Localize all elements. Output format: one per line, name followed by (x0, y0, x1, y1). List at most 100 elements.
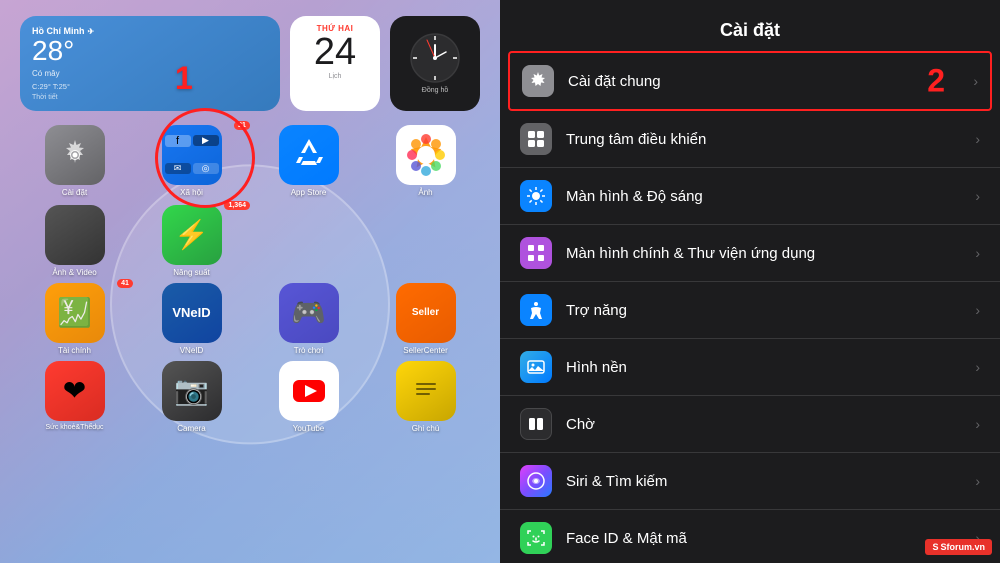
app-energy[interactable]: ⚡ 1,364 Năng suất (137, 205, 246, 277)
app-youtube[interactable]: YouTube (254, 361, 363, 433)
app-photo-video[interactable]: Ảnh & Video (20, 205, 129, 277)
energy-icon: ⚡ (162, 205, 222, 265)
games-label: Trò chơi (294, 346, 323, 355)
settings-icon (45, 125, 105, 185)
finance-label: Tài chính (58, 346, 91, 355)
weather-widget[interactable]: Hồ Chí Minh ✈ 28° Có mây C:29° T:25° Thờ… (20, 16, 280, 111)
games-icon: 🎮 (279, 283, 339, 343)
settings-control-label: Trung tâm điều khiển (566, 131, 975, 148)
settings-home-chevron: › (975, 245, 980, 261)
apps-grid: Cài đặt f ▶ ✉ ◎ 21 Xã hội (20, 125, 480, 197)
settings-standby-icon (520, 408, 552, 440)
settings-general-icon (522, 65, 554, 97)
app-photos[interactable]: Ảnh (371, 125, 480, 197)
settings-home-icon (520, 237, 552, 269)
calendar-widget[interactable]: THỨ HAI 24 Lịch (290, 16, 380, 111)
bottom-apps-row: 💹 41 Tài chính VNeID VNeID 🎮 Trò chơi Se… (20, 283, 480, 355)
appstore-label: App Store (291, 188, 327, 197)
settings-item-homescreen[interactable]: Màn hình chính & Thư viện ứng dụng › (500, 225, 1000, 282)
social-icon: f ▶ ✉ ◎ (162, 125, 222, 185)
settings-label: Cài đặt (62, 188, 87, 197)
weather-desc: Có mây (32, 69, 268, 78)
widgets-row: Hồ Chí Minh ✈ 28° Có mây C:29° T:25° Thờ… (20, 16, 480, 111)
app-camera[interactable]: 📷 Camera (137, 361, 246, 433)
clock-widget[interactable]: Đồng hồ (390, 16, 480, 111)
forum-text: Sforum.vn (940, 542, 985, 552)
appstore-icon (279, 125, 339, 185)
finance-badge: 41 (117, 279, 133, 288)
app-notes[interactable]: Ghi chú (371, 361, 480, 433)
settings-standby-chevron: › (975, 416, 980, 432)
forum-s: S (932, 542, 938, 552)
dock-row: ❤ Sức khoẻ&Thểdục 📷 Camera YouTube (20, 361, 480, 433)
settings-control-chevron: › (975, 131, 980, 147)
apps-grid-2: Ảnh & Video ⚡ 1,364 Năng suất (20, 205, 480, 277)
settings-item-faceid[interactable]: Face ID & Mật mã › (500, 510, 1000, 563)
social-label: Xã hội (180, 188, 203, 197)
camera-icon: 📷 (162, 361, 222, 421)
health-label: Sức khoẻ&Thểdục (46, 424, 104, 431)
settings-item-general[interactable]: Cài đặt chung 2 › (508, 51, 992, 111)
forum-badge: S Sforum.vn (925, 539, 992, 555)
app-vneid[interactable]: VNeID VNeID (137, 283, 246, 355)
app-settings[interactable]: Cài đặt (20, 125, 129, 197)
settings-item-standby[interactable]: Chờ › (500, 396, 1000, 453)
settings-access-label: Trợ năng (566, 302, 975, 319)
phone-screen-content: 1 Hồ Chí Minh ✈ 28° Có mây C:29° T:25° T… (0, 0, 500, 563)
social-badge: 21 (234, 121, 250, 130)
step-2-number: 2 (927, 63, 945, 100)
photos-label: Ảnh (418, 188, 432, 197)
settings-item-display[interactable]: Màn hình & Độ sáng › (500, 168, 1000, 225)
settings-display-chevron: › (975, 188, 980, 204)
weather-label: Thời tiết (32, 94, 268, 101)
settings-siri-icon (520, 465, 552, 497)
settings-item-siri[interactable]: Siri & Tìm kiếm › (500, 453, 1000, 510)
clock-label: Đồng hồ (422, 87, 448, 94)
step-1-number: 1 (175, 60, 193, 97)
settings-item-accessibility[interactable]: Trợ năng › (500, 282, 1000, 339)
settings-faceid-label: Face ID & Mật mã (566, 530, 975, 547)
clock-face-svg (409, 32, 461, 84)
photos-icon (396, 125, 456, 185)
app-seller[interactable]: Seller SellerCenter (371, 283, 480, 355)
settings-wallpaper-label: Hình nền (566, 359, 975, 376)
photo-video-label: Ảnh & Video (52, 268, 96, 277)
app-games[interactable]: 🎮 Trò chơi (254, 283, 363, 355)
youtube-label: YouTube (293, 424, 324, 433)
left-panel: 1 Hồ Chí Minh ✈ 28° Có mây C:29° T:25° T… (0, 0, 500, 563)
settings-wallpaper-icon (520, 351, 552, 383)
right-panel: Cài đặt Cài đặt chung 2 › (500, 0, 1000, 563)
vneid-icon: VNeID (162, 283, 222, 343)
seller-icon: Seller (396, 283, 456, 343)
notes-label: Ghi chú (412, 424, 440, 433)
energy-label: Năng suất (173, 268, 209, 277)
seller-label: SellerCenter (403, 346, 447, 355)
app-finance[interactable]: 💹 41 Tài chính (20, 283, 129, 355)
settings-wallpaper-chevron: › (975, 359, 980, 375)
settings-access-chevron: › (975, 302, 980, 318)
settings-siri-chevron: › (975, 473, 980, 489)
settings-siri-label: Siri & Tìm kiếm (566, 473, 975, 490)
app-appstore[interactable]: App Store (254, 125, 363, 197)
settings-standby-label: Chờ (566, 416, 975, 433)
youtube-icon (279, 361, 339, 421)
photo-video-icon (45, 205, 105, 265)
settings-item-control-center[interactable]: Trung tâm điều khiển › (500, 111, 1000, 168)
energy-badge: 1,364 (224, 201, 250, 210)
app-social[interactable]: f ▶ ✉ ◎ 21 Xã hội (137, 125, 246, 197)
finance-icon: 💹 (45, 283, 105, 343)
camera-label: Camera (177, 424, 205, 433)
weather-temp: 28° (32, 36, 268, 67)
settings-list: Cài đặt chung 2 › Trung tâm điều khiển › (500, 51, 1000, 563)
settings-item-wallpaper[interactable]: Hình nền › (500, 339, 1000, 396)
settings-control-icon (520, 123, 552, 155)
settings-home-label: Màn hình chính & Thư viện ứng dụng (566, 245, 975, 262)
app-health[interactable]: ❤ Sức khoẻ&Thểdục (20, 361, 129, 433)
settings-faceid-icon (520, 522, 552, 554)
settings-general-chevron: › (973, 73, 978, 89)
notes-icon (396, 361, 456, 421)
settings-header: Cài đặt (500, 0, 1000, 51)
calendar-date: 24 (314, 33, 356, 71)
settings-title: Cài đặt (524, 20, 976, 41)
settings-general-label: Cài đặt chung (568, 73, 973, 90)
